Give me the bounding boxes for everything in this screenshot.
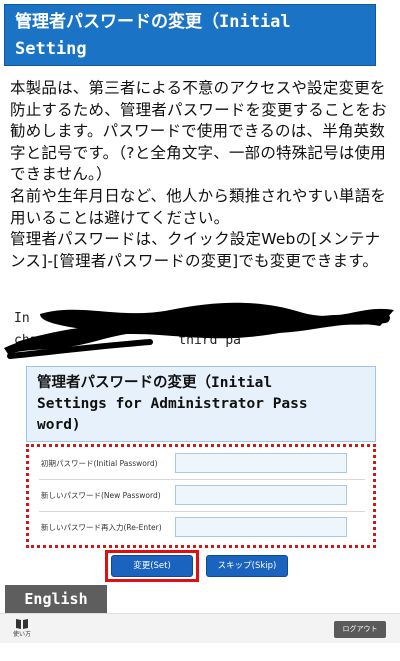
dialog-title-line1: 管理者パスワードの変更（Initial: [37, 375, 273, 391]
password-form: 初期パスワード(Initial Password) 新しいパスワード(New P…: [26, 444, 376, 548]
reenter-password-label: 新しいパスワード再入力(Re-Enter): [41, 523, 162, 532]
page-title: 管理者パスワードの変更（Initial Setting for Administ…: [4, 4, 376, 86]
new-password-row: 新しいパスワード(New Password): [39, 481, 365, 512]
help-link[interactable]: 使い方: [9, 618, 35, 642]
skip-button[interactable]: スキップ(Skip): [206, 555, 288, 577]
new-password-label: 新しいパスワード(New Password): [41, 491, 161, 500]
new-password-field[interactable]: [175, 485, 347, 505]
dialog-title: 管理者パスワードの変更（Initial Settings for Adminis…: [26, 366, 376, 442]
initial-password-field[interactable]: [175, 453, 347, 473]
set-button[interactable]: 変更(Set): [111, 555, 193, 577]
logout-button[interactable]: ログアウト: [334, 621, 386, 638]
page: 管理者パスワードの変更（Initial Setting for Administ…: [0, 0, 400, 661]
reenter-password-row: 新しいパスワード再入力(Re-Enter): [39, 513, 365, 543]
initial-password-label: 初期パスワード(Initial Password): [41, 459, 158, 468]
redaction-scribble: [4, 302, 394, 359]
intro-paragraph-3: 管理者パスワードは、クイック設定Webの[メンテナンス]-[管理者パスワードの変…: [10, 230, 381, 270]
bottom-strip: [0, 643, 400, 661]
intro-text: 本製品は、第三者による不意のアクセスや設定変更を防止するため、管理者パスワードを…: [10, 78, 390, 272]
intro-paragraph-1: 本製品は、第三者による不意のアクセスや設定変更を防止するため、管理者パスワードを…: [10, 79, 387, 184]
dialog-title-line2: Settings for Administrator Pass: [37, 396, 308, 412]
initial-password-row: 初期パスワード(Initial Password): [39, 449, 365, 480]
password-dialog: 管理者パスワードの変更（Initial Settings for Adminis…: [22, 366, 376, 548]
reenter-password-field[interactable]: [175, 517, 347, 537]
help-label: 使い方: [12, 631, 31, 638]
language-english-button[interactable]: English: [5, 585, 107, 613]
page-title-line1: 管理者パスワードの変更（Initial Setting: [15, 12, 291, 59]
intro-paragraph-2: 名前や生年月日など、他人から類推されやすい単語を用いることは避けてください。: [10, 186, 387, 227]
dialog-title-line3: word): [37, 417, 81, 433]
book-icon: [16, 619, 28, 629]
